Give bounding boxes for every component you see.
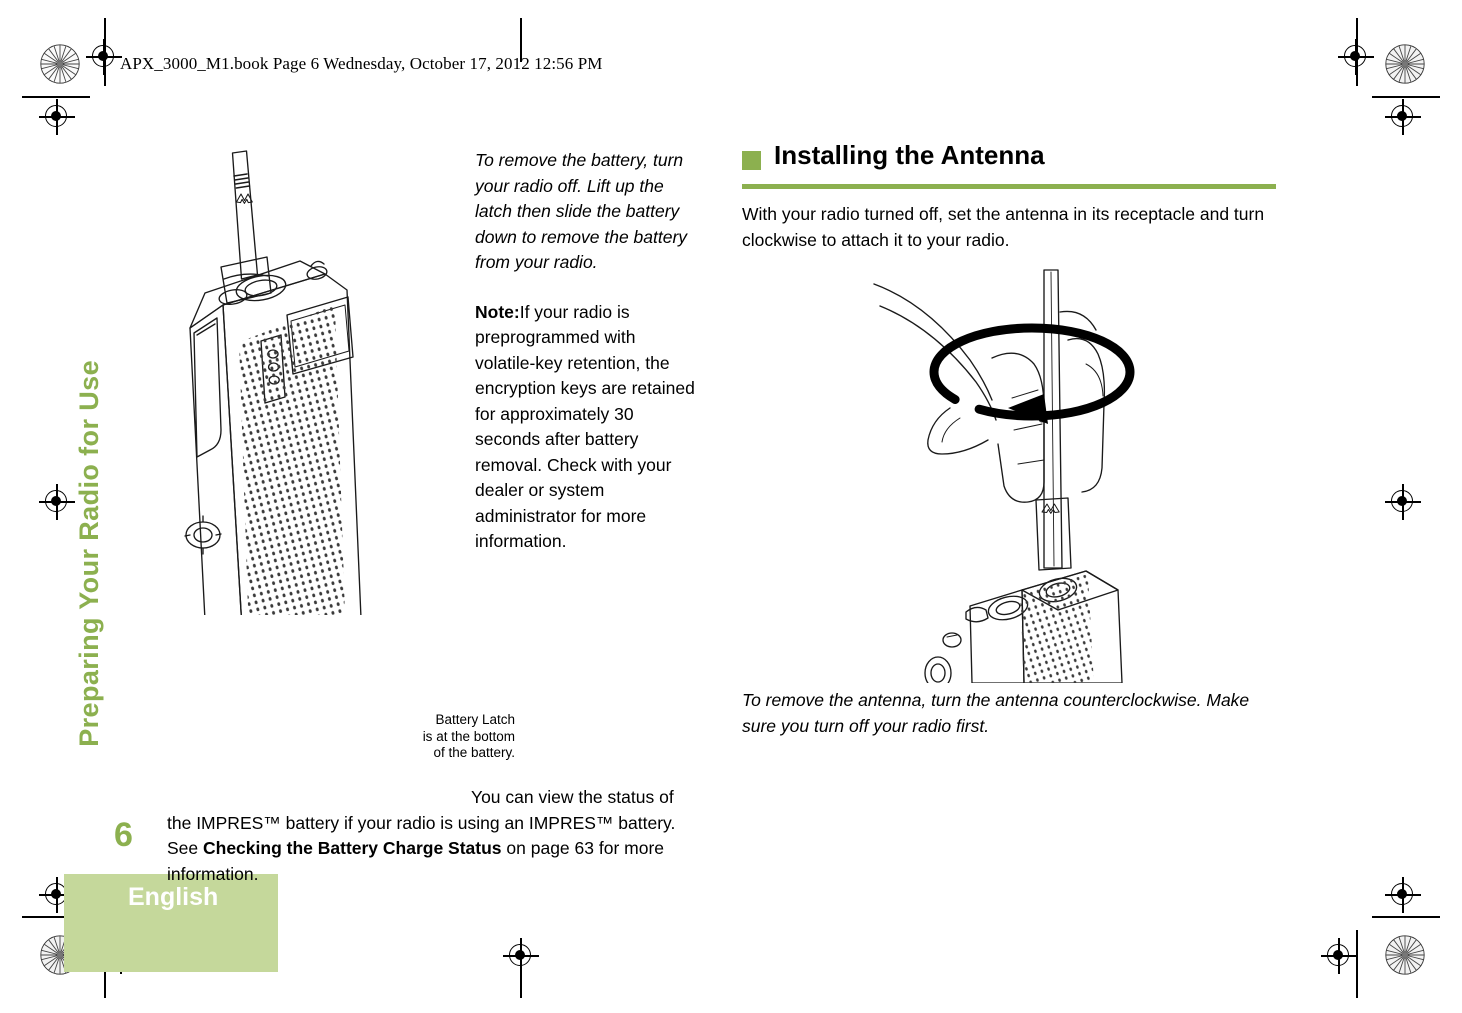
volatile-key-note: Note:If your radio is preprogrammed with… — [475, 300, 699, 555]
impres-cross-reference: Checking the Battery Charge Status — [203, 838, 502, 858]
note-label: Note: — [475, 301, 520, 322]
left-content-column: Battery Latch is at the bottom of the ba… — [167, 140, 699, 884]
antenna-removal-note: To remove the antenna, turn the antenna … — [742, 690, 1250, 736]
trim-rule-bottom-right-vertical — [1356, 930, 1358, 998]
registration-crosshair-right-lower — [1385, 877, 1421, 913]
hand-turning-antenna-clockwise-illustration — [872, 268, 1192, 690]
section-heading-row: Installing the Antenna — [742, 140, 1276, 189]
right-content-column: Installing the Antenna With your radio t… — [742, 140, 1276, 736]
antenna-install-intro: With your radio turned off, set the ante… — [742, 204, 1265, 250]
trim-rule-right-bottom-horizontal — [1372, 916, 1440, 918]
running-head-chapter-title: Preparing Your Radio for Use — [74, 360, 104, 747]
registration-crosshair-left-middle — [39, 484, 75, 520]
callout-line-3: of the battery. — [433, 745, 515, 760]
trim-rule-right-horizontal — [1372, 96, 1440, 98]
registration-crosshair-right-upper — [1385, 99, 1421, 135]
clockwise-rotation-arrow — [929, 323, 1135, 424]
callout-line-2: is at the bottom — [422, 728, 515, 744]
trim-rule-left-horizontal — [22, 96, 90, 98]
battery-removal-text-block: To remove the battery, turn your radio o… — [475, 148, 699, 555]
registration-crosshair-top-left — [86, 39, 122, 75]
registration-crosshair-bottom-center — [503, 938, 539, 974]
battery-removal-section: Battery Latch is at the bottom of the ba… — [167, 140, 699, 884]
language-label: English — [128, 883, 219, 911]
callout-line-1: Battery Latch — [435, 712, 515, 727]
impres-battery-status-paragraph: You can view the status of the IMPRES™ b… — [167, 785, 699, 887]
book-filename-header: APX_3000_M1.book Page 6 Wednesday, Octob… — [120, 54, 603, 73]
page-number: 6 — [114, 816, 133, 854]
section-bullet-square-icon — [742, 151, 761, 170]
registration-starburst-top-left — [40, 44, 80, 84]
registration-starburst-bottom-right — [1385, 935, 1425, 975]
page-title: Installing the Antenna — [774, 140, 1045, 170]
section-heading-rule — [742, 184, 1276, 189]
registration-crosshair-top-right — [1338, 39, 1374, 75]
registration-crosshair-bottom-right — [1321, 938, 1357, 974]
radio-with-battery-latch-illustration — [177, 145, 392, 714]
battery-latch-callout: Battery Latch is at the bottom of the ba… — [363, 712, 515, 762]
registration-starburst-top-right — [1385, 44, 1425, 84]
note-text-inline: If your radio is preprogrammed with vola… — [475, 301, 695, 552]
registration-crosshair-right-middle — [1385, 484, 1421, 520]
registration-crosshair-left-upper — [39, 99, 75, 135]
battery-removal-italic-note: To remove the battery, turn your radio o… — [475, 150, 688, 272]
